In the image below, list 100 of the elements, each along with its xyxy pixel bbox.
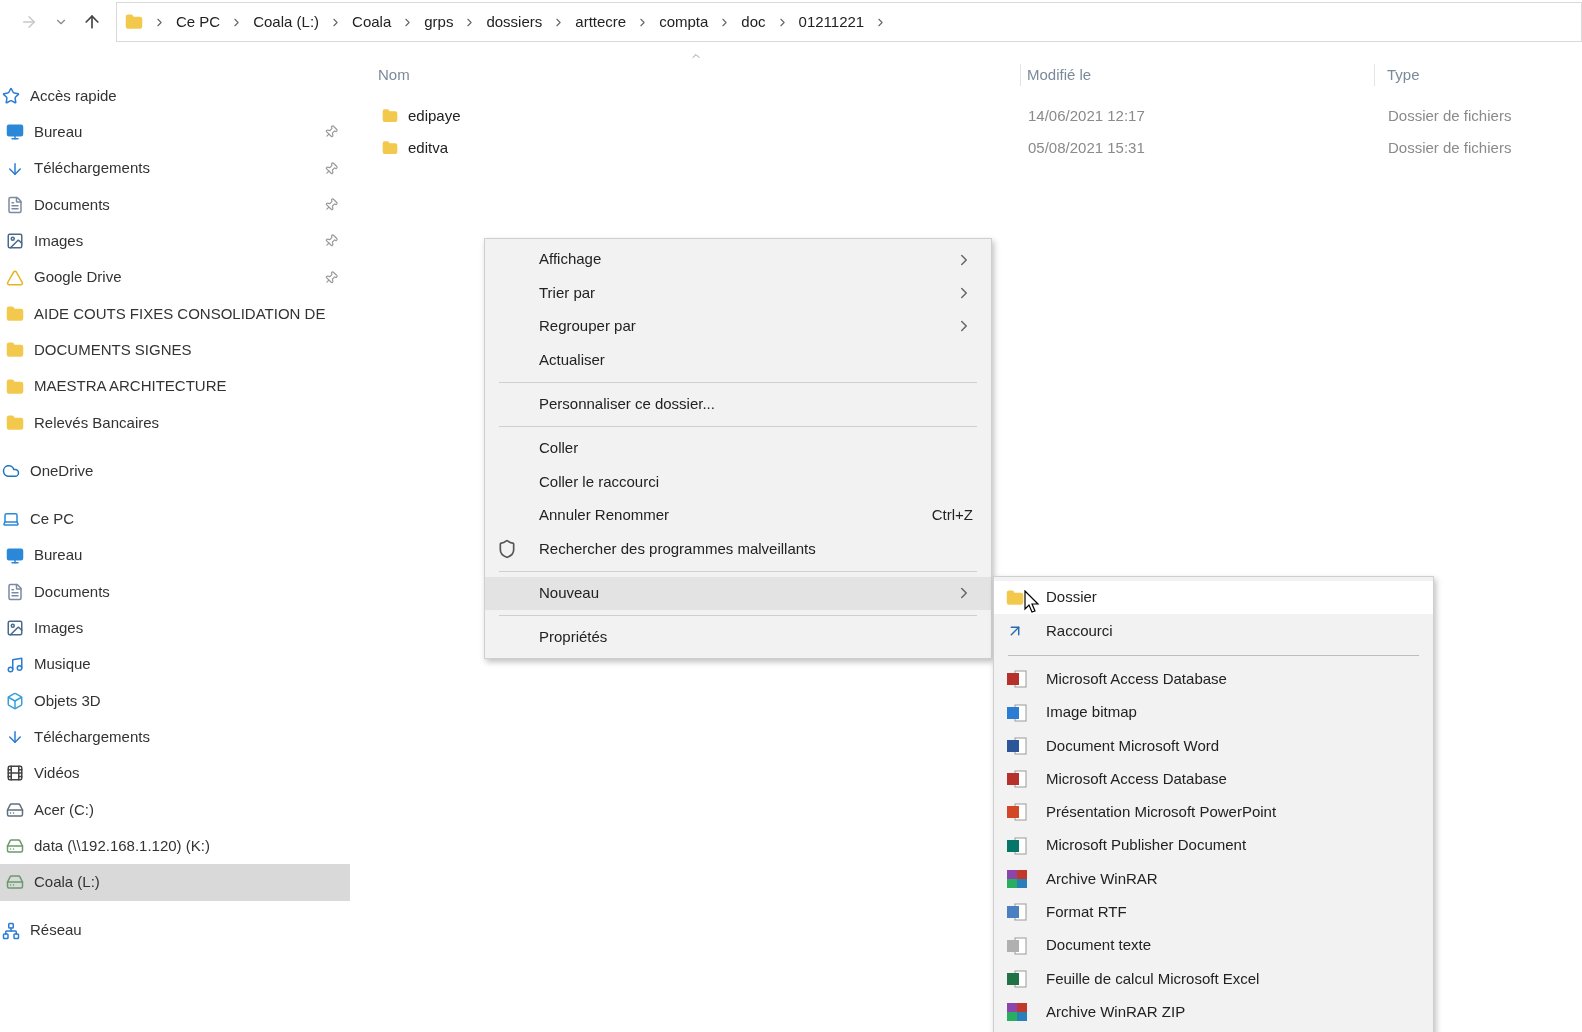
folder-icon — [125, 13, 143, 31]
nav-item[interactable]: AIDE COUTS FIXES CONSOLIDATION DE — [0, 295, 350, 333]
rtf-file-icon — [1006, 902, 1028, 923]
nav-label: Objets 3D — [34, 690, 102, 711]
image-icon — [6, 619, 24, 638]
menu-item[interactable]: Document Microsoft Word — [994, 729, 1433, 763]
menu-item[interactable]: Coller — [485, 431, 991, 466]
menu-label: Nouveau — [539, 582, 601, 603]
shortcut-text: Ctrl+Z — [931, 505, 973, 526]
nav-item[interactable]: Réseau — [0, 912, 350, 949]
nav-label: data (\\192.168.1.120) (K:) — [34, 835, 211, 856]
menu-item[interactable]: Présentation Microsoft PowerPoint — [994, 795, 1433, 830]
menu-label: Actualiser — [539, 349, 606, 370]
breadcrumb-item[interactable]: Coala (L:) — [253, 10, 320, 34]
breadcrumb-item[interactable]: Ce PC — [176, 10, 221, 34]
nav-label: MAESTRA ARCHITECTURE — [34, 376, 228, 397]
folder-icon — [382, 108, 398, 124]
menu-label: Dossier — [1046, 587, 1097, 608]
menu-label: Coller le raccourci — [539, 471, 661, 492]
nav-item[interactable]: Accès rapide — [0, 78, 350, 115]
nav-item[interactable]: Bureau — [0, 537, 350, 574]
column-header[interactable]: Modifié le — [1027, 65, 1092, 83]
menu-item[interactable]: Affichage — [485, 243, 991, 277]
nav-label: OneDrive — [30, 460, 95, 481]
nav-item[interactable]: OneDrive — [0, 452, 350, 490]
nav-item[interactable]: Téléchargements — [0, 719, 350, 756]
file-row[interactable]: editva 05/08/2021 15:31 Dossier de fichiers — [350, 132, 1582, 164]
file-row[interactable]: edipaye 14/06/2021 12:17 Dossier de fichiers — [350, 100, 1582, 132]
powerpoint-file-icon — [1006, 802, 1028, 823]
word-file-icon — [1006, 735, 1028, 756]
menu-item[interactable]: Microsoft Access Database — [994, 762, 1433, 796]
nav-item[interactable]: Ce PC — [0, 501, 350, 538]
nav-item[interactable]: Musique — [0, 646, 350, 683]
breadcrumb-item[interactable]: grps — [424, 10, 454, 34]
menu-label: Archive WinRAR — [1046, 868, 1158, 889]
nav-item[interactable]: Google Drive — [0, 259, 350, 296]
menu-label: Regrouper par — [539, 316, 637, 337]
menu-item[interactable]: Propriétés — [485, 620, 991, 655]
star-icon — [2, 87, 20, 106]
column-header[interactable]: Type — [1387, 65, 1420, 83]
menu-item[interactable]: Dossier — [994, 581, 1433, 615]
menu-item[interactable]: Format RTF — [994, 895, 1433, 929]
nav-item[interactable]: Images — [0, 223, 350, 260]
menu-item[interactable]: Rechercher des programmes malveillants — [485, 532, 991, 566]
menu-item[interactable]: Regrouper par — [485, 309, 991, 344]
file-name: editva — [408, 137, 449, 158]
menu-item[interactable]: Microsoft Access Database — [994, 662, 1433, 696]
nav-item[interactable]: DOCUMENTS SIGNES — [0, 332, 350, 369]
menu-item[interactable]: Microsoft Publisher Document — [994, 829, 1433, 863]
menu-item[interactable]: Trier par — [485, 276, 991, 310]
desktop-icon — [6, 123, 24, 142]
nav-label: Images — [34, 618, 85, 639]
nav-item[interactable]: Images — [0, 610, 350, 647]
nav-item[interactable]: Bureau — [0, 114, 350, 151]
breadcrumb-item[interactable]: arttecre — [575, 10, 627, 34]
nav-label: Relevés Bancaires — [34, 412, 161, 433]
nav-item[interactable]: Documents — [0, 186, 350, 224]
menu-label: Trier par — [539, 282, 597, 303]
menu-item[interactable]: Image bitmap — [994, 695, 1433, 730]
menu-item[interactable]: Feuille de calcul Microsoft Excel — [994, 962, 1433, 996]
nav-label: AIDE COUTS FIXES CONSOLIDATION DE — [34, 303, 327, 324]
nav-item[interactable]: Coala (L:) — [0, 864, 350, 901]
menu-label: Raccourci — [1046, 620, 1113, 641]
nav-item[interactable]: MAESTRA ARCHITECTURE — [0, 368, 350, 405]
breadcrumb-item[interactable]: compta — [659, 10, 709, 34]
nav-item[interactable]: Objets 3D — [0, 682, 350, 720]
nav-label: Bureau — [34, 122, 84, 143]
menu-item[interactable]: Coller le raccourci — [485, 465, 991, 499]
breadcrumb-item[interactable]: Coala — [352, 10, 392, 34]
breadcrumb-item[interactable]: dossiers — [486, 10, 543, 34]
menu-item[interactable]: Archive WinRAR ZIP — [994, 995, 1433, 1029]
address-bar[interactable]: Ce PC Coala (L:) Coala grps dossiers arttecre compta doc 01211221 — [116, 2, 1582, 42]
menu-item[interactable]: Personnaliser ce dossier... — [485, 387, 991, 421]
nav-item[interactable]: Acer (C:) — [0, 791, 350, 828]
nav-label: Téléchargements — [34, 158, 151, 179]
menu-label: Coller — [539, 438, 580, 459]
nav-item[interactable]: Téléchargements — [0, 150, 350, 187]
menu-label: Feuille de calcul Microsoft Excel — [1046, 968, 1260, 989]
menu-item[interactable]: Annuler Renommer Ctrl+Z — [485, 498, 991, 533]
menu-item[interactable]: Archive WinRAR — [994, 862, 1433, 896]
nav-item[interactable]: data (\\192.168.1.120) (K:) — [0, 827, 350, 865]
document-icon — [6, 583, 24, 601]
drive-icon — [6, 800, 24, 819]
file-date: 14/06/2021 12:17 — [1028, 106, 1145, 124]
column-header[interactable]: Nom — [378, 65, 410, 83]
menu-item[interactable]: Raccourci — [994, 614, 1433, 648]
menu-label: Document texte — [1046, 935, 1152, 956]
menu-item[interactable]: Document texte — [994, 928, 1433, 963]
menu-label: Microsoft Access Database — [1046, 768, 1227, 789]
menu-label: Archive WinRAR ZIP — [1046, 1001, 1186, 1022]
nav-label: Documents — [34, 581, 111, 602]
nav-label: Bureau — [34, 545, 84, 566]
file-date: 05/08/2021 15:31 — [1028, 138, 1145, 156]
nav-item[interactable]: Vidéos — [0, 755, 350, 792]
nav-item[interactable]: Relevés Bancaires — [0, 404, 350, 441]
breadcrumb-item[interactable]: 01211221 — [798, 10, 865, 34]
menu-item[interactable]: Nouveau — [485, 576, 991, 610]
menu-item[interactable]: Actualiser — [485, 343, 991, 377]
nav-item[interactable]: Documents — [0, 573, 350, 611]
breadcrumb-item[interactable]: doc — [741, 10, 766, 34]
